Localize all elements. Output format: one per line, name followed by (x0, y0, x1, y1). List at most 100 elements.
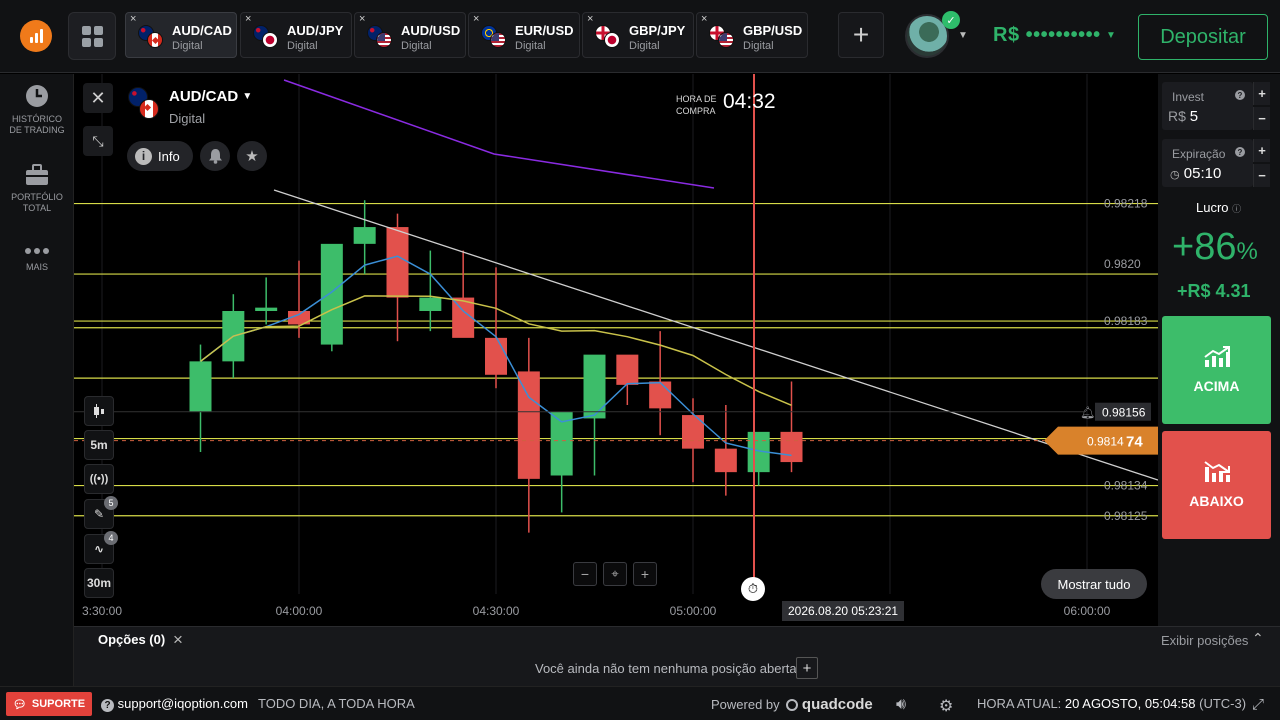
settings-gear-icon[interactable]: ⚙ (939, 696, 953, 716)
profit-label: Lucro ⓘ (1196, 200, 1241, 215)
account-balance[interactable]: R$ •••••••••• (993, 24, 1101, 47)
asset-grid-button[interactable] (68, 12, 116, 60)
current-time: HORA ATUAL: 20 AGOSTO, 05:04:58 (UTC-3) (977, 696, 1246, 711)
tab-type-label: Digital (287, 40, 318, 52)
profile-chevron-down-icon[interactable]: ▼ (958, 30, 968, 41)
support-hours: TODO DIA, A TODA HORA (258, 696, 415, 711)
crosshair-icon: ⌖ (611, 566, 619, 581)
asset-name: AUD/CAD (169, 88, 239, 105)
timeframe-button[interactable]: 5m (84, 430, 114, 460)
tab-type-label: Digital (515, 40, 546, 52)
support-email[interactable]: ? support@iqoption.com (101, 696, 248, 712)
invest-amount[interactable]: 5 (1190, 108, 1198, 125)
expiry-value[interactable]: ◷ 05:10 (1170, 165, 1221, 182)
asset-tab-gbp-jpy[interactable]: × GBP/JPY Digital (582, 12, 694, 58)
fullscreen-icon[interactable]: ⤢ (1252, 696, 1264, 713)
zoom-in-button[interactable]: + (633, 562, 657, 586)
lower-button[interactable]: ABAIXO (1162, 431, 1271, 539)
candle-body (583, 354, 606, 419)
invest-plus-button[interactable]: + (1253, 82, 1270, 105)
left-sidebar: HISTÓRICO DE TRADING PORTFÓLIO TOTAL MAI… (0, 74, 74, 686)
chevron-up-icon[interactable]: ⌃ (1252, 630, 1264, 647)
sidebar-item-portfolio[interactable]: PORTFÓLIO TOTAL (0, 164, 74, 214)
close-tab-icon[interactable]: × (245, 14, 251, 25)
support-email-text[interactable]: support@iqoption.com (118, 696, 248, 711)
currency-flags (367, 25, 395, 49)
center-chart-button[interactable]: ⌖ (603, 562, 627, 586)
canada-flag-icon (139, 99, 159, 119)
support-button[interactable]: 💬︎ SUPORTE (6, 692, 92, 716)
tab-type-label: Digital (629, 40, 660, 52)
close-chart-button[interactable]: ✕ (83, 83, 113, 113)
live-signal-button[interactable]: ((•)) (84, 464, 114, 494)
price-alert-bell-icon: 🔔︎ (1080, 406, 1095, 420)
help-icon[interactable]: ⓘ (1232, 204, 1241, 214)
sound-icon[interactable]: 🔊︎ (896, 696, 906, 714)
lower-label: ABAIXO (1189, 493, 1244, 509)
close-tab-icon[interactable]: × (587, 14, 593, 25)
asset-chevron-down-icon[interactable]: ▼ (242, 91, 252, 102)
add-position-button[interactable]: + (796, 657, 818, 679)
zoom-out-button[interactable]: − (573, 562, 597, 586)
expiry-time[interactable]: 05:10 (1184, 165, 1222, 182)
bell-icon (208, 149, 222, 164)
candle-body (320, 243, 343, 345)
flag-jp-icon (262, 32, 278, 48)
x-axis-tick-label: 04:30:00 (473, 604, 520, 618)
sidebar-item-label: MAIS (25, 262, 48, 272)
sidebar-item-trading-history[interactable]: HISTÓRICO DE TRADING (0, 84, 74, 136)
wave-icon: ∿ (93, 542, 105, 556)
help-icon[interactable]: ? (1235, 90, 1245, 100)
candle-body (649, 381, 672, 409)
profit-percent-symbol: % (1236, 238, 1258, 265)
show-positions-link[interactable]: Exibir posições (1161, 633, 1248, 648)
options-panel (74, 626, 1280, 686)
broadcast-icon: ((•)) (89, 473, 109, 485)
y-axis-tick-label: 0.98125 (1104, 509, 1148, 523)
no-positions-message: Você ainda não tem nenhuma posição abert… (535, 661, 797, 676)
deposit-button[interactable]: Depositar (1138, 14, 1268, 60)
asset-tab-aud-cad[interactable]: × AUD/CAD Digital (125, 12, 237, 58)
profit-label-text: Lucro (1196, 200, 1229, 215)
show-all-button[interactable]: Mostrar tudo (1041, 569, 1147, 599)
expiry-field[interactable]: Expiração ? ◷ 05:10 (1162, 139, 1253, 187)
briefcase-icon (26, 164, 48, 185)
close-tab-icon[interactable]: × (473, 14, 479, 25)
balance-chevron-down-icon[interactable]: ▼ (1106, 30, 1116, 41)
expiry-plus-button[interactable]: + (1253, 139, 1270, 162)
options-title[interactable]: Opções (0) (98, 632, 165, 647)
asset-selector[interactable]: AUD/CAD ▼ (169, 88, 252, 105)
asset-tab-aud-usd[interactable]: × AUD/USD Digital (354, 12, 466, 58)
asset-tab-gbp-usd[interactable]: × GBP/USD Digital (696, 12, 808, 58)
candle-body (419, 297, 442, 311)
higher-label: ACIMA (1193, 378, 1240, 394)
favorite-star-button[interactable]: ★ (237, 141, 267, 171)
invest-field[interactable]: Invest ? R$ 5 (1162, 82, 1253, 130)
close-tab-icon[interactable]: × (130, 14, 136, 25)
close-options-button[interactable]: × (173, 630, 183, 650)
sidebar-item-more[interactable]: MAIS (0, 246, 74, 273)
help-icon[interactable]: ? (1235, 147, 1245, 157)
candle-body (189, 361, 212, 412)
close-tab-icon[interactable]: × (701, 14, 707, 25)
price-alert-bell-button[interactable] (200, 141, 230, 171)
buy-time-label-line1: HORA DE (676, 94, 717, 104)
asset-tab-eur-usd[interactable]: × EUR/USD Digital (468, 12, 580, 58)
expiry-minus-button[interactable]: − (1253, 164, 1270, 187)
sidebar-item-label: DE TRADING (9, 125, 65, 135)
buy-time-label-line2: COMPRA (676, 106, 716, 116)
profit-percent-value: 86 (1194, 226, 1237, 268)
collapse-chart-button[interactable]: ⤡ (83, 126, 113, 156)
tab-type-label: Digital (743, 40, 774, 52)
chart-period-button[interactable]: 30m (84, 568, 114, 598)
invest-minus-button[interactable]: − (1253, 107, 1270, 130)
asset-tab-aud-jpy[interactable]: × AUD/JPY Digital (240, 12, 352, 58)
higher-button[interactable]: ACIMA (1162, 316, 1271, 424)
iqoption-logo-icon[interactable] (20, 20, 52, 52)
invest-value[interactable]: R$ 5 (1168, 108, 1198, 125)
chart-type-candles-button[interactable] (84, 396, 114, 426)
info-label: Info (158, 148, 180, 164)
add-asset-tab-button[interactable]: + (838, 12, 884, 58)
info-button[interactable]: i Info (127, 141, 193, 171)
close-tab-icon[interactable]: × (359, 14, 365, 25)
